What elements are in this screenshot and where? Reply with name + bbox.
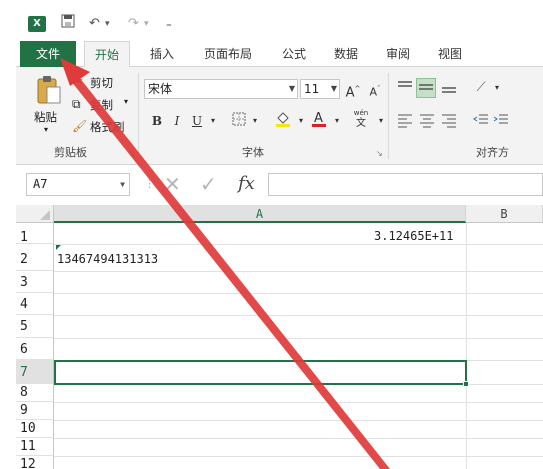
annotation-arrow-icon [60, 58, 390, 469]
